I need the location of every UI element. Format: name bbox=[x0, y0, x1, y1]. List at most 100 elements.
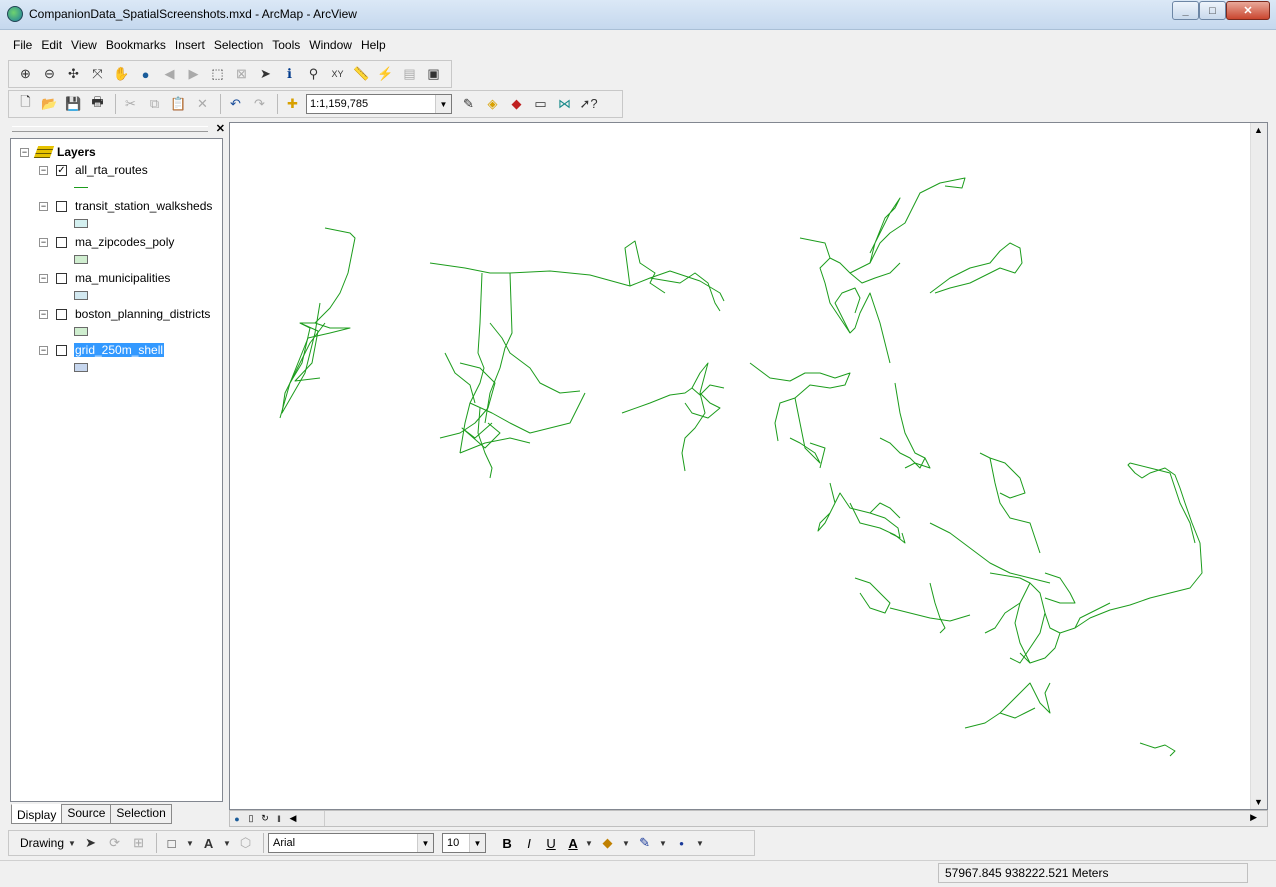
chevron-down-icon[interactable]: ▼ bbox=[469, 834, 486, 852]
paste-icon[interactable]: 📋 bbox=[168, 94, 189, 114]
select-elements-icon[interactable]: ➤ bbox=[80, 833, 101, 853]
line-color-icon[interactable]: ✎ bbox=[634, 833, 655, 853]
drawing-menu[interactable]: Drawing bbox=[20, 836, 64, 850]
bold-button[interactable]: B bbox=[496, 836, 518, 851]
viewer-icon[interactable]: ▣ bbox=[423, 64, 444, 84]
font-combo[interactable]: Arial ▼ bbox=[268, 833, 435, 853]
open-icon[interactable]: 📂 bbox=[39, 94, 60, 114]
measure-icon[interactable]: 📏 bbox=[351, 64, 372, 84]
table-of-contents-icon[interactable]: ◈ bbox=[482, 94, 503, 114]
close-button[interactable]: ✕ bbox=[1226, 1, 1270, 20]
tab-selection[interactable]: Selection bbox=[110, 804, 172, 824]
select-elements-icon[interactable]: ➤ bbox=[255, 64, 276, 84]
legend-polygon-symbol[interactable] bbox=[74, 291, 88, 300]
collapse-icon[interactable]: − bbox=[39, 237, 48, 247]
scroll-down-icon[interactable]: ▼ bbox=[1254, 797, 1263, 807]
zoom-out-icon[interactable]: ⊖ bbox=[39, 64, 60, 84]
chevron-down-icon[interactable]: ▼ bbox=[222, 833, 232, 853]
legend-line-symbol[interactable] bbox=[74, 187, 88, 188]
map-horizontal-scrollbar[interactable]: ▶ bbox=[324, 811, 1259, 826]
layer-row-transit-station-walksheds[interactable]: − transit_station_walksheds bbox=[39, 198, 213, 214]
chevron-down-icon[interactable]: ▼ bbox=[185, 833, 195, 853]
chevron-down-icon[interactable]: ▼ bbox=[67, 833, 77, 853]
menu-file[interactable]: File bbox=[8, 38, 36, 52]
layer-visibility-checkbox[interactable] bbox=[56, 200, 67, 212]
layout-view-icon[interactable]: ▯ bbox=[244, 813, 258, 824]
html-popup-icon[interactable]: ▤ bbox=[399, 64, 420, 84]
chevron-down-icon[interactable]: ▼ bbox=[417, 834, 434, 852]
clear-selection-icon[interactable]: ⊠ bbox=[231, 64, 252, 84]
identify-icon[interactable]: ℹ bbox=[279, 64, 300, 84]
map-scale-combo[interactable]: 1:1,159,785 ▼ bbox=[306, 94, 452, 114]
scroll-up-icon[interactable]: ▲ bbox=[1254, 125, 1263, 135]
italic-button[interactable]: I bbox=[518, 836, 540, 851]
goto-xy-icon[interactable]: XY bbox=[327, 64, 348, 84]
menu-insert[interactable]: Insert bbox=[170, 38, 209, 52]
arctoolbox-icon[interactable]: ◆ bbox=[506, 94, 527, 114]
font-color-button[interactable]: A bbox=[562, 836, 584, 851]
legend-polygon-symbol[interactable] bbox=[74, 327, 88, 336]
rta-routes-map[interactable] bbox=[230, 123, 1250, 809]
hyperlink-icon[interactable]: ⚡ bbox=[375, 64, 396, 84]
layer-visibility-checkbox[interactable]: ✓ bbox=[56, 164, 67, 176]
layer-name[interactable]: transit_station_walksheds bbox=[74, 199, 213, 213]
select-features-icon[interactable]: ⬚ bbox=[207, 64, 228, 84]
layer-row-all-rta-routes[interactable]: − ✓ all_rta_routes bbox=[39, 162, 149, 178]
redo-icon[interactable]: ↷ bbox=[249, 94, 270, 114]
editor-toolbar-icon[interactable]: ✎ bbox=[458, 94, 479, 114]
menu-bookmarks[interactable]: Bookmarks bbox=[101, 38, 170, 52]
new-document-icon[interactable]: 🗋 bbox=[15, 94, 36, 114]
text-tool-icon[interactable]: A bbox=[198, 833, 219, 853]
toc-close-icon[interactable]: ✕ bbox=[216, 122, 225, 135]
tab-source[interactable]: Source bbox=[61, 804, 112, 824]
copy-icon[interactable]: ⧉ bbox=[144, 94, 165, 114]
collapse-icon[interactable]: − bbox=[39, 309, 48, 319]
cut-icon[interactable]: ✂ bbox=[120, 94, 141, 114]
add-data-icon[interactable]: ✚ bbox=[282, 94, 303, 114]
layer-visibility-checkbox[interactable] bbox=[56, 308, 67, 320]
chevron-down-icon[interactable]: ▼ bbox=[621, 833, 631, 853]
chevron-down-icon[interactable]: ▼ bbox=[584, 833, 594, 853]
zoom-whole-page-icon[interactable]: ⊞ bbox=[128, 833, 149, 853]
scroll-right-icon[interactable]: ▶ bbox=[1250, 812, 1257, 823]
collapse-icon[interactable]: − bbox=[39, 345, 48, 355]
chevron-down-icon[interactable]: ▼ bbox=[435, 95, 451, 113]
rotate-icon[interactable]: ⟳ bbox=[104, 833, 125, 853]
model-builder-icon[interactable]: ⋈ bbox=[554, 94, 575, 114]
map-vertical-scrollbar[interactable]: ▲ ▼ bbox=[1250, 123, 1267, 809]
menu-tools[interactable]: Tools bbox=[267, 38, 304, 52]
zoom-in-icon[interactable]: ⊕ bbox=[15, 64, 36, 84]
go-back-icon[interactable]: ◀ bbox=[159, 64, 180, 84]
scroll-left-icon[interactable]: ◀ bbox=[286, 813, 300, 824]
layer-row-ma-zipcodes-poly[interactable]: − ma_zipcodes_poly bbox=[39, 234, 175, 250]
fixed-zoom-out-icon[interactable]: ⤧ bbox=[87, 64, 108, 84]
layer-name[interactable]: ma_zipcodes_poly bbox=[74, 235, 175, 249]
refresh-icon[interactable]: ↻ bbox=[258, 813, 272, 824]
menu-window[interactable]: Window bbox=[304, 38, 356, 52]
maximize-button[interactable]: □ bbox=[1199, 1, 1226, 20]
rectangle-icon[interactable]: □ bbox=[161, 833, 182, 853]
menu-view[interactable]: View bbox=[66, 38, 101, 52]
menu-selection[interactable]: Selection bbox=[209, 38, 267, 52]
find-icon[interactable]: ⚲ bbox=[303, 64, 324, 84]
layer-name[interactable]: ma_municipalities bbox=[74, 271, 171, 285]
collapse-icon[interactable]: − bbox=[20, 147, 29, 157]
fill-color-icon[interactable]: ◆ bbox=[597, 833, 618, 853]
minimize-button[interactable]: _ bbox=[1172, 1, 1199, 20]
layer-name[interactable]: boston_planning_districts bbox=[74, 307, 211, 321]
pan-icon[interactable]: ✋ bbox=[111, 64, 132, 84]
font-size-combo[interactable]: 10 ▼ bbox=[442, 833, 487, 853]
print-icon[interactable]: 🖶 bbox=[87, 94, 108, 114]
save-icon[interactable]: 💾 bbox=[63, 94, 84, 114]
layer-row-ma-municipalities[interactable]: − ma_municipalities bbox=[39, 270, 171, 286]
collapse-icon[interactable]: − bbox=[39, 273, 48, 283]
data-view-icon[interactable]: ● bbox=[230, 814, 244, 824]
layer-row-grid-250m-shell[interactable]: − grid_250m_shell bbox=[39, 342, 165, 358]
toc-grip[interactable] bbox=[12, 126, 208, 132]
legend-polygon-symbol[interactable] bbox=[74, 255, 88, 264]
collapse-icon[interactable]: − bbox=[39, 201, 48, 211]
menu-edit[interactable]: Edit bbox=[36, 38, 66, 52]
tab-display[interactable]: Display bbox=[11, 804, 63, 824]
layer-row-boston-planning-districts[interactable]: − boston_planning_districts bbox=[39, 306, 211, 322]
fixed-zoom-in-icon[interactable]: ✣ bbox=[63, 64, 84, 84]
